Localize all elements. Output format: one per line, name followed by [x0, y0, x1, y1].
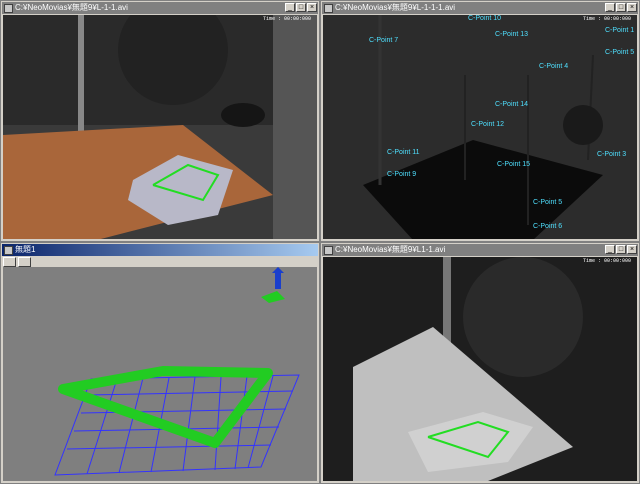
video-image	[3, 15, 317, 239]
3d-view-window[interactable]: 無題1	[0, 242, 320, 484]
video-frame: Time : 00:00:000	[323, 257, 637, 481]
window-title: C:¥NeoMovias¥無題9¥L1-1.avi	[335, 245, 446, 254]
window-titlebar[interactable]: C:¥NeoMovias¥無題9¥L1-1.avi _ □ ×	[322, 244, 638, 256]
window-title: C:¥NeoMovias¥無題9¥L-1-1-1.avi	[335, 3, 456, 12]
maximize-button[interactable]: □	[296, 3, 306, 12]
point-label: C-Point 1	[605, 27, 635, 34]
point-label: C-Point 11	[387, 149, 420, 156]
minimize-button[interactable]: _	[605, 3, 615, 12]
window-titlebar[interactable]: C:¥NeoMovias¥無題9¥L-1-1-1.avi _ □ ×	[322, 2, 638, 14]
timecode: Time : 00:00:000	[582, 258, 631, 264]
point-label: C-Point 7	[369, 37, 399, 44]
point-label: C-Point 12	[471, 121, 505, 128]
window-icon	[4, 3, 13, 13]
window-icon	[4, 245, 13, 255]
video-image	[323, 257, 637, 481]
point-label: C-Point 13	[495, 31, 529, 38]
point-label: C-Point 3	[597, 151, 627, 158]
3d-viewport[interactable]	[3, 267, 317, 481]
maximize-button[interactable]: □	[616, 3, 626, 12]
minimize-button[interactable]: _	[605, 245, 615, 254]
video-frame: Time : 00:00:000	[3, 15, 317, 239]
point-label: C-Point 14	[495, 101, 529, 108]
close-button[interactable]: ×	[627, 245, 637, 254]
point-label: C-Point 15	[497, 161, 531, 168]
video-window-top-left[interactable]: C:¥NeoMovias¥無題9¥L-1-1.avi _ □ × Time : …	[0, 0, 320, 242]
view-tool-button[interactable]	[3, 257, 16, 267]
window-title: C:¥NeoMovias¥無題9¥L-1-1.avi	[15, 3, 128, 12]
point-label: C-Point 5	[605, 49, 635, 56]
view-toolbar	[3, 257, 31, 267]
view-tool-button[interactable]	[18, 257, 31, 267]
video-frame: C-Point 10 C-Point 13 C-Point 7 C-Point …	[323, 15, 637, 239]
close-button[interactable]: ×	[627, 3, 637, 12]
axis-gizmo-icon	[261, 267, 285, 303]
close-button[interactable]: ×	[307, 3, 317, 12]
window-title: 無題1	[15, 245, 36, 254]
timecode: Time : 00:00:000	[582, 16, 631, 22]
point-label: C-Point 6	[533, 223, 563, 230]
window-titlebar[interactable]: 無題1	[2, 244, 318, 256]
point-label: C-Point 5	[533, 199, 563, 206]
point-label: C-Point 10	[468, 15, 502, 22]
timecode: Time : 00:00:000	[262, 16, 311, 22]
point-label: C-Point 4	[539, 63, 569, 70]
window-icon	[324, 245, 333, 255]
minimize-button[interactable]: _	[285, 3, 295, 12]
window-titlebar[interactable]: C:¥NeoMovias¥無題9¥L-1-1.avi _ □ ×	[2, 2, 318, 14]
video-window-bottom-right[interactable]: C:¥NeoMovias¥無題9¥L1-1.avi _ □ × Time : 0…	[320, 242, 640, 484]
video-window-top-right[interactable]: C:¥NeoMovias¥無題9¥L-1-1-1.avi _ □ × C-Poi…	[320, 0, 640, 242]
point-label: C-Point 9	[387, 171, 417, 178]
window-icon	[324, 3, 333, 13]
maximize-button[interactable]: □	[616, 245, 626, 254]
